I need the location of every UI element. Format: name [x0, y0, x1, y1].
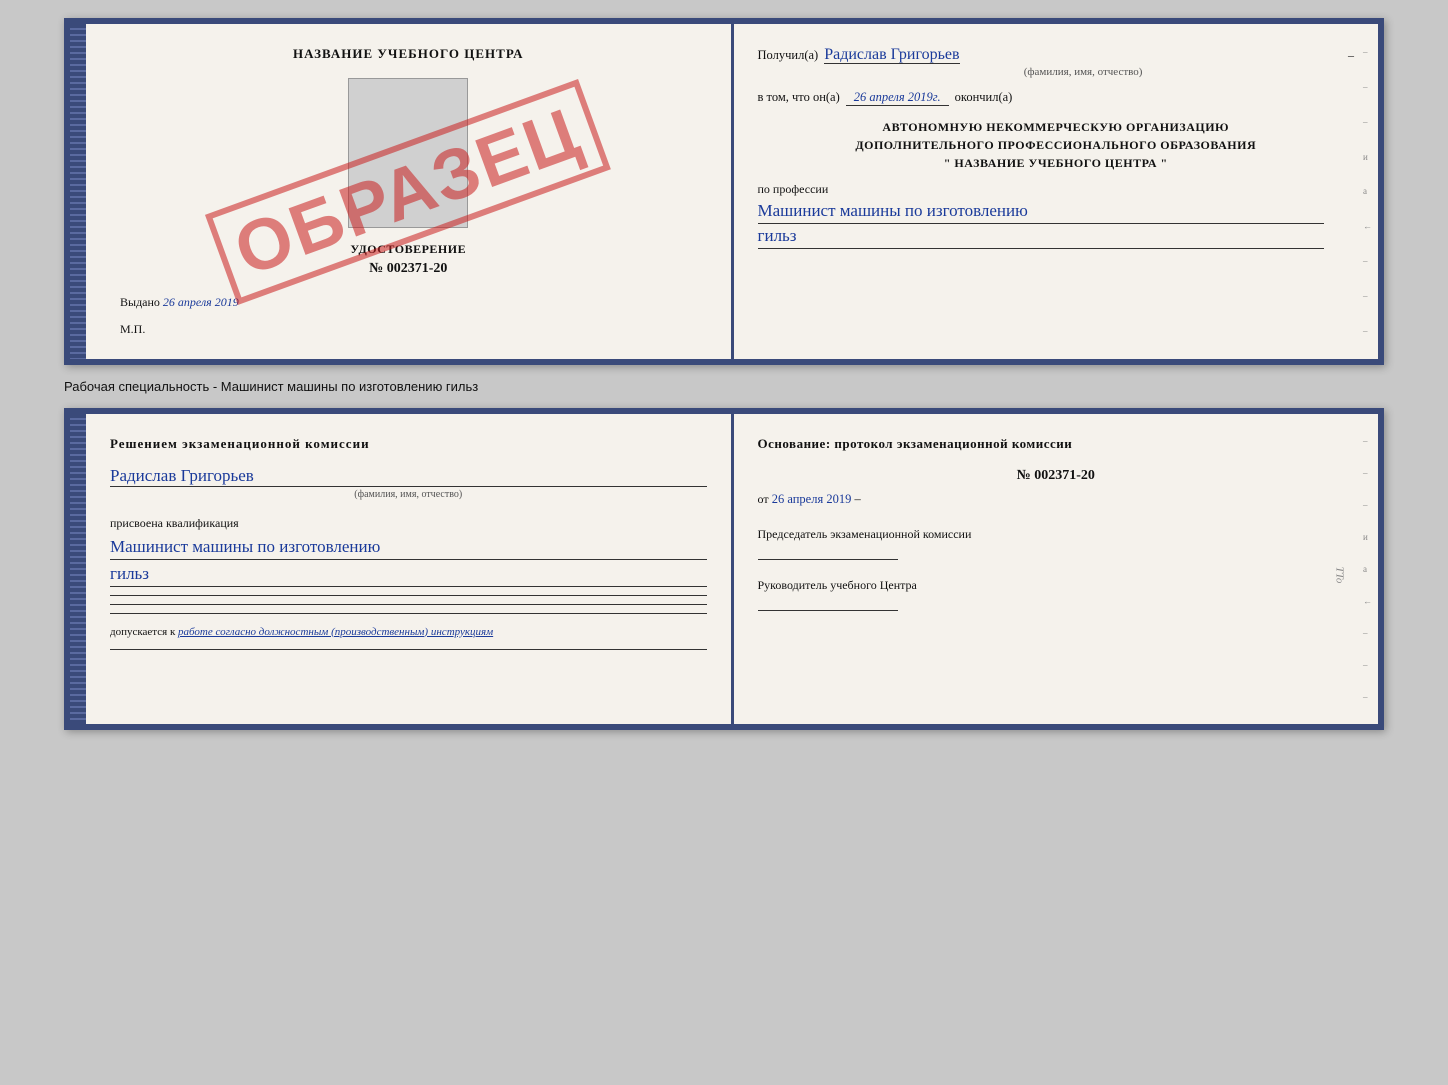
poluchil-name: Радислав Григорьев [824, 46, 959, 64]
osn-date-row: от 26 апреля 2019 – [758, 492, 1355, 507]
qual-line4 [110, 649, 707, 650]
ano-line2: ДОПОЛНИТЕЛЬНОГО ПРОФЕССИОНАЛЬНОГО ОБРАЗО… [758, 136, 1355, 154]
rukovoditel-signature-line [758, 610, 898, 611]
qual-line1 [110, 595, 707, 596]
predsedatel-signature-line [758, 559, 898, 560]
ano-block: АВТОНОМНУЮ НЕКОММЕРЧЕСКУЮ ОРГАНИЗАЦИЮ ДО… [758, 118, 1355, 172]
osn-date-value: 26 апреля 2019 [772, 492, 852, 506]
osn-date-prefix: от [758, 492, 769, 506]
ano-line1: АВТОНОМНУЮ НЕКОММЕРЧЕСКУЮ ОРГАНИЗАЦИЮ [758, 118, 1355, 136]
bottom-left-half: Решением экзаменационной комиссии Радисл… [86, 414, 734, 724]
predsedatel-label: Председатель экзаменационной комиссии [758, 527, 972, 541]
poluchil-sub: (фамилия, имя, отчество) [824, 66, 1342, 78]
qual-heading: Решением экзаменационной комиссии [110, 436, 707, 452]
top-right-half: Получил(а) Радислав Григорьев (фамилия, … [734, 24, 1379, 359]
po-professii-label: по профессии [758, 182, 1325, 197]
right-edge-marks-bottom: – – – и а ← – – – [1363, 414, 1372, 724]
osn-heading: Основание: протокол экзаменационной коми… [758, 436, 1355, 452]
qual-assigned-line2: гильз [110, 562, 707, 587]
tto-mark: TTo [1334, 567, 1346, 584]
qual-assigned-label: присвоена квалификация [110, 516, 707, 531]
vtom-label: в том, что он(а) [758, 90, 840, 105]
cert-vydano: Выдано 26 апреля 2019 [110, 295, 707, 310]
rukovoditel-role: Руководитель учебного Центра [758, 576, 1355, 594]
qual-person-name: Радислав Григорьев [110, 466, 707, 487]
cert-number: № 002371-20 [110, 261, 707, 277]
dopusk-italic: работе согласно должностным (производств… [178, 626, 493, 638]
vtom-date: 26 апреля 2019г. [846, 90, 949, 106]
qual-assigned-line1: Машинист машины по изготовлению [110, 535, 707, 560]
doc-spine-top [70, 24, 86, 359]
dopusk-prefix: допускается к [110, 626, 175, 638]
cert-udost-label: УДОСТОВЕРЕНИЕ [110, 242, 707, 257]
dash1: – [1348, 48, 1354, 63]
top-left-half: НАЗВАНИЕ УЧЕБНОГО ЦЕНТРА УДОСТОВЕРЕНИЕ №… [86, 24, 734, 359]
profession-value2: гильз [758, 224, 1325, 249]
cert-vydano-date: 26 апреля 2019 [163, 295, 239, 309]
qual-dopusk: допускается к работе согласно должностны… [110, 624, 707, 642]
qual-person-block: Радислав Григорьев (фамилия, имя, отчест… [110, 466, 707, 500]
qual-line3 [110, 613, 707, 614]
predsedatel-role: Председатель экзаменационной комиссии [758, 525, 1355, 543]
ano-line3: " НАЗВАНИЕ УЧЕБНОГО ЦЕНТРА " [758, 154, 1355, 172]
osn-number: № 002371-20 [758, 468, 1355, 484]
profession-block: по профессии Машинист машины по изготовл… [758, 182, 1355, 249]
doc-spine-bottom [70, 414, 86, 724]
bottom-document-card: Решением экзаменационной комиссии Радисл… [64, 408, 1384, 730]
cert-mp: М.П. [110, 322, 707, 337]
cert-photo-placeholder [348, 78, 468, 228]
profession-value1: Машинист машины по изготовлению [758, 199, 1325, 224]
poluchil-row: Получил(а) Радислав Григорьев (фамилия, … [758, 46, 1355, 78]
cert-school-title: НАЗВАНИЕ УЧЕБНОГО ЦЕНТРА [110, 46, 707, 62]
rukovoditel-label: Руководитель учебного Центра [758, 578, 917, 592]
poluchil-label: Получил(а) [758, 48, 819, 63]
qual-line2 [110, 604, 707, 605]
right-edge-marks-top: – – – и а ← – – – [1363, 24, 1372, 359]
cert-vydano-label: Выдано [120, 295, 160, 309]
vtom-row: в том, что он(а) 26 апреля 2019г. окончи… [758, 90, 1355, 106]
okoncil-label: окончил(а) [955, 90, 1013, 105]
bottom-right-half: Основание: протокол экзаменационной коми… [734, 414, 1379, 724]
qual-person-sub: (фамилия, имя, отчество) [110, 489, 707, 500]
caption-line: Рабочая специальность - Машинист машины … [64, 375, 1384, 398]
top-document-card: НАЗВАНИЕ УЧЕБНОГО ЦЕНТРА УДОСТОВЕРЕНИЕ №… [64, 18, 1384, 365]
osn-dash-date: – [854, 492, 860, 506]
